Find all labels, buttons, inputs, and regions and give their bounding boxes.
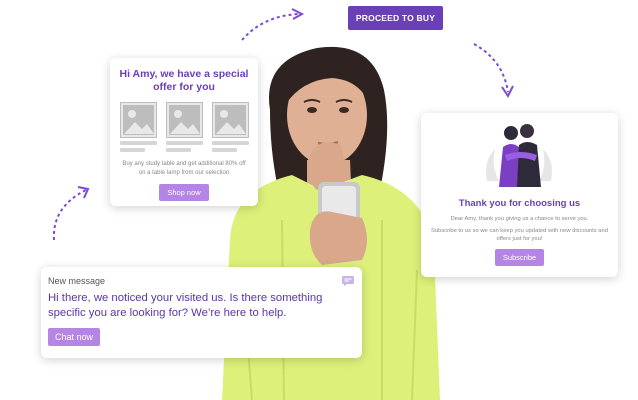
image-placeholder-icon <box>119 102 157 138</box>
message-body: Hi there, we noticed your visited us. Is… <box>48 292 323 319</box>
thank-you-card: Thank you for choosing us Dear Amy, than… <box>421 113 618 277</box>
placeholder-line <box>211 141 249 145</box>
offer-description: Buy any study table and get additional 8… <box>122 161 246 176</box>
placeholder-line <box>165 141 203 145</box>
arrow-decoration-left <box>52 186 90 241</box>
image-placeholder-icon <box>165 102 203 138</box>
placeholder-line <box>211 148 238 152</box>
image-placeholder-icon <box>211 102 249 138</box>
message-header: New message <box>48 276 106 286</box>
placeholder-line <box>165 148 192 152</box>
product-thumbnails <box>110 102 258 152</box>
offer-title: Hi Amy, we have a special offer for you <box>119 68 249 93</box>
new-message-card: New message Hi there, we noticed your vi… <box>41 267 362 358</box>
chat-bubble-icon <box>342 276 354 286</box>
hugging-people-illustration <box>486 124 552 187</box>
subscribe-button[interactable]: Subscribe <box>494 249 545 266</box>
chat-now-button[interactable]: Chat now <box>48 328 101 346</box>
special-offer-card: Hi Amy, we have a special offer for you … <box>110 58 258 206</box>
placeholder-line <box>119 148 146 152</box>
proceed-to-buy-button[interactable]: PROCEED TO BUY <box>348 6 443 30</box>
thanks-message-1: Dear Amy, thank you giving us a chance t… <box>450 216 589 222</box>
product-thumbnail[interactable] <box>119 102 157 152</box>
thanks-title: Thank you for choosing us <box>458 198 581 209</box>
product-thumbnail[interactable] <box>165 102 203 152</box>
shop-now-button[interactable]: Shop now <box>159 184 209 201</box>
placeholder-line <box>119 141 157 145</box>
product-thumbnail[interactable] <box>211 102 249 152</box>
thanks-message-2: Subscribe to us so we can keep you updat… <box>431 228 608 242</box>
arrow-decoration-right <box>473 43 514 98</box>
